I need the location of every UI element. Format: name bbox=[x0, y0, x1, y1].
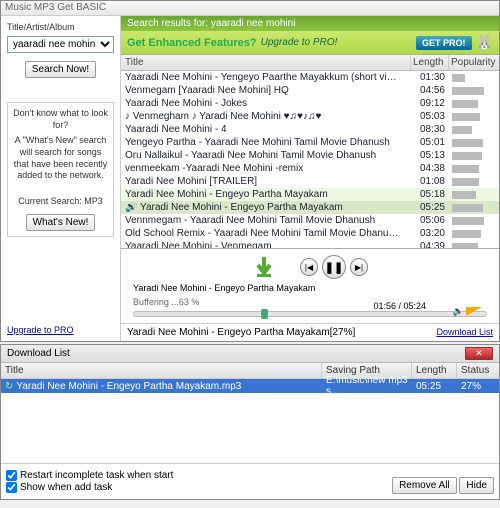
progress-bar[interactable]: 01:56 / 05:24 🔈 bbox=[133, 311, 487, 317]
result-row[interactable]: ♪ Venmegham ♪ Yaradi Nee Mohini ♥♫♥♪♫♥05… bbox=[121, 110, 499, 123]
download-head: Title Saving Path Length Status bbox=[1, 363, 499, 379]
panel-body: A "What's New" search will search for so… bbox=[13, 135, 108, 182]
buffer-status: Buffering ...63 % bbox=[125, 295, 495, 309]
time-display: 01:56 / 05:24 bbox=[373, 301, 426, 311]
titlebar: Music MP3 Get BASIC bbox=[1, 1, 499, 16]
result-row[interactable]: Old School Remix - Yaaradi Nee Mohini Ta… bbox=[121, 227, 499, 240]
status-bar: Yaradi Nee Mohini - Engeyo Partha Mayaka… bbox=[121, 323, 499, 341]
dl-row-status: 27% bbox=[457, 379, 499, 394]
prev-button[interactable]: |◀ bbox=[300, 258, 318, 276]
volume-control[interactable]: 🔈 bbox=[453, 306, 482, 317]
whatsnew-panel: Don't know what to look for? A "What's N… bbox=[7, 102, 114, 237]
promo-sub: Upgrade to PRO! bbox=[261, 37, 338, 48]
search-button[interactable]: Search Now! bbox=[25, 61, 96, 78]
hide-button[interactable]: Hide bbox=[459, 477, 494, 494]
progress-thumb[interactable] bbox=[261, 309, 268, 319]
pause-button[interactable]: ❚❚ bbox=[322, 255, 346, 279]
result-row[interactable]: Yaaradi Nee Mohini - Jokes09:12 bbox=[121, 97, 499, 110]
results-head: Title Length Popularity bbox=[121, 55, 499, 71]
download-arrow-icon[interactable] bbox=[252, 255, 276, 279]
rabbit-icon: 🐰 bbox=[476, 34, 493, 51]
result-row[interactable]: Yaaradi Nee Mohini - Yengeyo Paarthe May… bbox=[121, 71, 499, 84]
remove-all-button[interactable]: Remove All bbox=[392, 477, 457, 494]
result-row[interactable]: Yaradi Nee Mohini [TRAILER]01:08 bbox=[121, 175, 499, 188]
result-row[interactable]: Vennmegam - Yaaradi Nee Mohini Tamil Mov… bbox=[121, 214, 499, 227]
download-window: Download List ✕ Title Saving Path Length… bbox=[0, 344, 500, 500]
results-rows: Yaaradi Nee Mohini - Yengeyo Paarthe May… bbox=[121, 71, 499, 248]
whatsnew-button[interactable]: What's New! bbox=[26, 214, 96, 231]
col-popularity[interactable]: Popularity bbox=[449, 55, 499, 70]
promo-bar: Get Enhanced Features? Upgrade to PRO! G… bbox=[121, 31, 499, 55]
restart-checkbox[interactable]: Restart incomplete task when start bbox=[6, 470, 173, 481]
result-row[interactable]: venmeekam -Yaaradi Nee Mohini -remix04:3… bbox=[121, 162, 499, 175]
next-button[interactable]: ▶| bbox=[350, 258, 368, 276]
result-row[interactable]: Yaaradi Nee Mohini - Venmegam04:39 bbox=[121, 240, 499, 248]
promo-main: Get Enhanced Features? bbox=[127, 37, 257, 49]
getpro-button[interactable]: GET PRO! bbox=[416, 36, 472, 50]
results-header: Search results for: yaaradi nee mohini bbox=[121, 16, 499, 31]
dcol-title[interactable]: Title bbox=[1, 363, 322, 378]
download-titlebar: Download List ✕ bbox=[1, 345, 499, 363]
dcol-length[interactable]: Length bbox=[412, 363, 457, 378]
col-length[interactable]: Length bbox=[411, 55, 449, 70]
dcol-status[interactable]: Status bbox=[457, 363, 499, 378]
results-panel: Search results for: yaaradi nee mohini G… bbox=[121, 16, 499, 341]
search-label: Title/Artist/Album bbox=[7, 22, 114, 32]
result-row[interactable]: Yaaradi Nee Mohini - 408:30 bbox=[121, 123, 499, 136]
result-row[interactable]: Oru Nallaikul - Yaaradi Nee Mohini Tamil… bbox=[121, 149, 499, 162]
current-search: Current Search: MP3 bbox=[13, 196, 108, 208]
dl-row-title: Yaradi Nee Mohini - Engeyo Partha Mayaka… bbox=[16, 381, 241, 392]
result-row[interactable]: 🔊 Yaradi Nee Mohini - Engeyo Partha Maya… bbox=[121, 201, 499, 214]
dl-row-path: E:\music\new mp3 s… bbox=[322, 373, 412, 399]
close-button[interactable]: ✕ bbox=[465, 347, 493, 360]
search-input[interactable]: yaaradi nee mohini bbox=[7, 36, 114, 53]
download-title: Download List bbox=[7, 348, 70, 359]
dl-row-length: 05:25 bbox=[412, 379, 457, 394]
panel-title: Don't know what to look for? bbox=[13, 108, 108, 131]
download-footer: Restart incomplete task when start Show … bbox=[1, 463, 499, 499]
show-checkbox[interactable]: Show when add task bbox=[6, 482, 173, 493]
task-arrow-icon: ↻ bbox=[5, 381, 13, 392]
app-title: Music MP3 Get BASIC bbox=[5, 2, 106, 13]
speaker-icon: 🔊 bbox=[125, 202, 137, 213]
result-row[interactable]: Yaradi Nee Mohini - Engeyo Partha Mayaka… bbox=[121, 188, 499, 201]
upgrade-link[interactable]: Upgrade to PRO bbox=[7, 325, 114, 335]
player: |◀ ❚❚ ▶| Yaradi Nee Mohini - Engeyo Part… bbox=[121, 248, 499, 323]
now-playing: Yaradi Nee Mohini - Engeyo Partha Mayaka… bbox=[125, 281, 495, 295]
left-panel: Title/Artist/Album yaaradi nee mohini Se… bbox=[1, 16, 121, 341]
status-text: Yaradi Nee Mohini - Engeyo Partha Mayaka… bbox=[127, 327, 355, 338]
result-row[interactable]: Yengeyo Partha - Yaaradi Nee Mohini Tami… bbox=[121, 136, 499, 149]
col-title[interactable]: Title bbox=[121, 55, 411, 70]
download-list-link[interactable]: Download List bbox=[436, 327, 493, 338]
result-row[interactable]: Venmegam [Yaaradi Nee Mohini] HQ04:56 bbox=[121, 84, 499, 97]
download-row[interactable]: ↻Yaradi Nee Mohini - Engeyo Partha Mayak… bbox=[1, 379, 499, 393]
main-window: Music MP3 Get BASIC Title/Artist/Album y… bbox=[0, 0, 500, 342]
